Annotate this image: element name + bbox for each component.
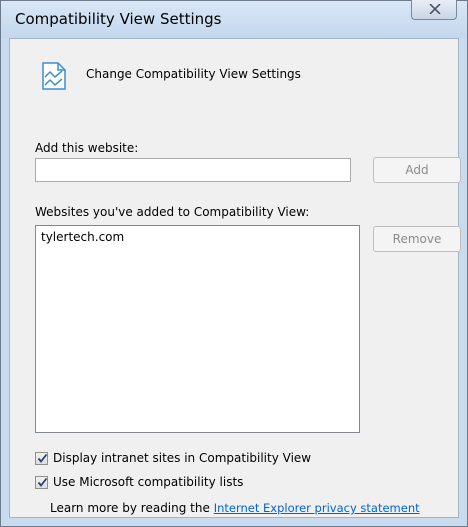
privacy-statement-link[interactable]: Internet Explorer privacy statement: [214, 501, 420, 515]
websites-list[interactable]: tylertech.com: [35, 225, 360, 433]
dialog-window: Compatibility View Settings Change Compa…: [0, 0, 468, 527]
header-text: Change Compatibility View Settings: [86, 67, 301, 81]
add-website-input[interactable]: [35, 158, 351, 182]
close-icon: [429, 4, 441, 14]
intranet-checkbox-label: Display intranet sites in Compatibility …: [53, 451, 312, 465]
add-button[interactable]: Add: [373, 157, 461, 183]
list-item[interactable]: tylertech.com: [41, 229, 354, 245]
window-title: Compatibility View Settings: [15, 10, 222, 28]
checkmark-icon: [37, 453, 48, 463]
intranet-checkbox[interactable]: [35, 451, 48, 465]
learn-more-text: Learn more by reading the: [50, 501, 210, 515]
learn-more-row: Learn more by reading the Internet Explo…: [50, 501, 420, 515]
close-button[interactable]: [411, 0, 457, 20]
checkmark-icon: [37, 477, 48, 487]
remove-button[interactable]: Remove: [373, 226, 461, 252]
intranet-option[interactable]: Display intranet sites in Compatibility …: [35, 449, 311, 467]
compatibility-page-icon: [42, 62, 66, 90]
websites-list-label: Websites you've added to Compatibility V…: [35, 205, 310, 219]
ms-lists-checkbox-label: Use Microsoft compatibility lists: [53, 475, 244, 489]
add-website-label: Add this website:: [35, 141, 139, 155]
ms-lists-option[interactable]: Use Microsoft compatibility lists: [35, 473, 243, 491]
ms-lists-checkbox[interactable]: [35, 475, 48, 489]
dialog-content: Change Compatibility View Settings Add t…: [9, 38, 461, 518]
title-bar[interactable]: Compatibility View Settings: [1, 0, 467, 38]
